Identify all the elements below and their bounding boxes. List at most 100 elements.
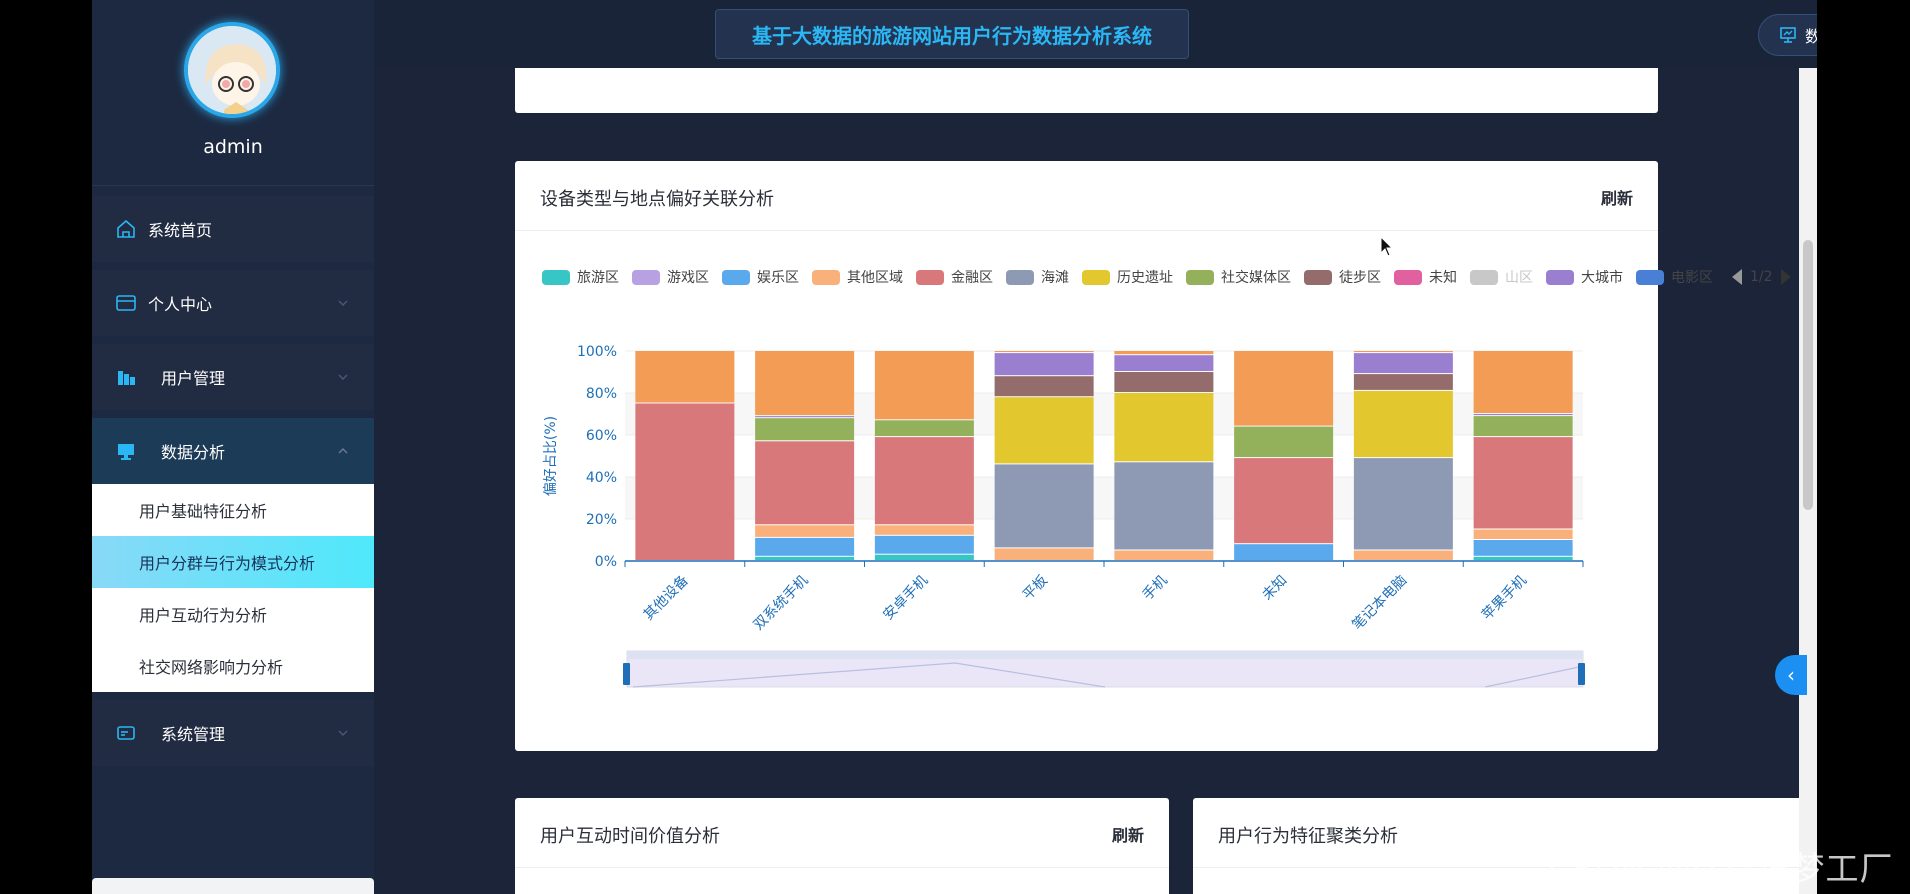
bar-segment	[1473, 540, 1573, 556]
bar-segment	[994, 353, 1094, 376]
bar-segment	[994, 376, 1094, 397]
bar-segment	[1353, 458, 1453, 550]
legend-swatch	[1394, 269, 1422, 285]
sidebar-item-analysis[interactable]: 数据分析	[92, 418, 374, 484]
card-interaction-time: 用户互动时间价值分析 刷新	[515, 798, 1169, 894]
legend-label: 大城市	[1581, 270, 1623, 286]
bar-segment	[1353, 353, 1453, 374]
x-tick-label: 笔记本电脑	[1349, 573, 1410, 634]
legend-swatch	[1082, 269, 1110, 285]
submenu-item-interaction[interactable]: 用户互动行为分析	[92, 588, 374, 640]
collapse-button[interactable]: ‹	[1775, 655, 1807, 695]
legend-item[interactable]: 其他区域	[812, 267, 903, 287]
presentation-icon	[1780, 27, 1796, 43]
legend-item[interactable]: 未知	[1394, 267, 1457, 287]
bar-segment	[994, 351, 1094, 353]
legend-label: 娱乐区	[757, 270, 799, 286]
bar-segment	[874, 554, 974, 560]
chart-legend: 旅游区 游戏区 娱乐区 其他区域 金融区 海滩 历史遗址 社交媒体区 徒步区 未知 山区 大城市 电影区…	[542, 265, 1791, 289]
legend-swatch	[1546, 269, 1574, 285]
zoom-handle-left[interactable]	[623, 663, 630, 685]
bar-segment	[1114, 462, 1214, 550]
legend-label: 历史遗址	[1117, 270, 1173, 286]
legend-item[interactable]: 大城市	[1546, 267, 1623, 287]
legend-swatch	[812, 269, 840, 285]
submenu-item-basic-features[interactable]: 用户基础特征分析	[92, 484, 374, 536]
submenu-item-social-influence[interactable]: 社交网络影响力分析	[92, 640, 374, 692]
dashboard-button-label: 数据看板	[1804, 27, 1817, 46]
chevron-down-icon	[338, 300, 348, 307]
legend-label: 社交媒体区	[1221, 270, 1291, 286]
dashboard-button[interactable]: 数据看板	[1758, 14, 1817, 56]
legend-label: 山区	[1505, 270, 1533, 286]
sidebar-item-users[interactable]: 用户管理	[92, 344, 374, 410]
submenu-analysis: 用户基础特征分析 用户分群与行为模式分析 用户互动行为分析 社交网络影响力分析	[92, 484, 374, 692]
main-content: 设备类型与地点偏好关联分析 刷新 旅游区 游戏区 娱乐区 其他区域 金融区 海滩 历史遗址 社…	[374, 68, 1817, 894]
legend-item[interactable]: 旅游区	[542, 267, 619, 287]
avatar[interactable]	[184, 22, 280, 118]
bar-segment	[1473, 351, 1573, 413]
legend-label: 其他区域	[847, 270, 903, 286]
zoom-handle-right[interactable]	[1578, 663, 1585, 685]
sidebar-item-home[interactable]: 系统首页	[92, 196, 374, 262]
bar-segment	[994, 464, 1094, 548]
sidebar-item-system[interactable]: 系统管理	[92, 700, 374, 766]
card-icon	[116, 295, 136, 311]
legend-item[interactable]: 海滩	[1006, 267, 1069, 287]
legend-item[interactable]: 山区	[1470, 267, 1533, 287]
bar-segment	[1234, 426, 1334, 458]
legend-pager: 1/2	[1732, 269, 1791, 285]
chevron-down-icon	[338, 730, 348, 737]
sidebar-item-label: 用户管理	[161, 369, 226, 388]
y-axis-label: 偏好占比(%)	[543, 416, 559, 496]
bar-segment	[874, 420, 974, 437]
submenu-item-segmentation[interactable]: 用户分群与行为模式分析	[92, 536, 374, 588]
bar-segment	[1473, 529, 1573, 539]
legend-item[interactable]: 电影区	[1636, 267, 1713, 287]
legend-label: 海滩	[1041, 270, 1069, 286]
bar-segment	[1234, 458, 1334, 544]
scrollbar-thumb[interactable]	[1803, 240, 1813, 510]
sidebar-item-profile[interactable]: 个人中心	[92, 270, 374, 336]
legend-item[interactable]: 徒步区	[1304, 267, 1381, 287]
x-tick-label: 未知	[1259, 572, 1291, 604]
chevron-down-icon	[338, 374, 348, 381]
refresh-button[interactable]: 刷新	[1112, 822, 1144, 846]
y-tick-label: 100%	[577, 344, 617, 360]
legend-swatch	[916, 269, 944, 285]
legend-prev-icon[interactable]	[1732, 269, 1742, 285]
bar-segment	[1473, 416, 1573, 437]
y-tick-label: 80%	[586, 386, 617, 402]
bar-segment	[874, 351, 974, 420]
zoom-slider-bar	[627, 651, 1583, 659]
settings-panel-icon	[117, 726, 135, 740]
refresh-button[interactable]: 刷新	[1601, 185, 1633, 209]
bar-segment	[755, 416, 855, 418]
x-tick-label: 双系统手机	[751, 573, 812, 634]
sidebar-item-label: 个人中心	[148, 295, 213, 314]
legend-item[interactable]: 娱乐区	[722, 267, 799, 287]
y-tick-label: 0%	[595, 554, 617, 570]
legend-item[interactable]: 社交媒体区	[1186, 267, 1291, 287]
bar-segment	[1473, 414, 1573, 416]
bar-segment	[755, 351, 855, 416]
bar-segment	[1353, 390, 1453, 458]
legend-next-icon[interactable]	[1780, 269, 1791, 285]
sidebar: admin 系统首页 个人中心 用户管理 数据分析 用户基础特征分析 用户分群与…	[92, 0, 374, 894]
bar-segment	[755, 441, 855, 525]
bar-segment	[1473, 437, 1573, 529]
legend-swatch	[632, 269, 660, 285]
card-header: 用户互动时间价值分析 刷新	[515, 798, 1169, 868]
card-title: 用户行为特征聚类分析	[1218, 826, 1398, 847]
legend-item[interactable]: 金融区	[916, 267, 993, 287]
legend-item[interactable]: 历史遗址	[1082, 267, 1173, 287]
bar-segment	[755, 556, 855, 560]
legend-item[interactable]: 游戏区	[632, 267, 709, 287]
bar-segment	[755, 537, 855, 556]
legend-label: 未知	[1429, 270, 1457, 286]
legend-swatch	[1186, 269, 1214, 285]
x-tick-label: 手机	[1140, 573, 1171, 604]
bar-segment	[874, 437, 974, 525]
legend-label: 金融区	[951, 270, 993, 286]
bar-segment	[1353, 351, 1453, 353]
